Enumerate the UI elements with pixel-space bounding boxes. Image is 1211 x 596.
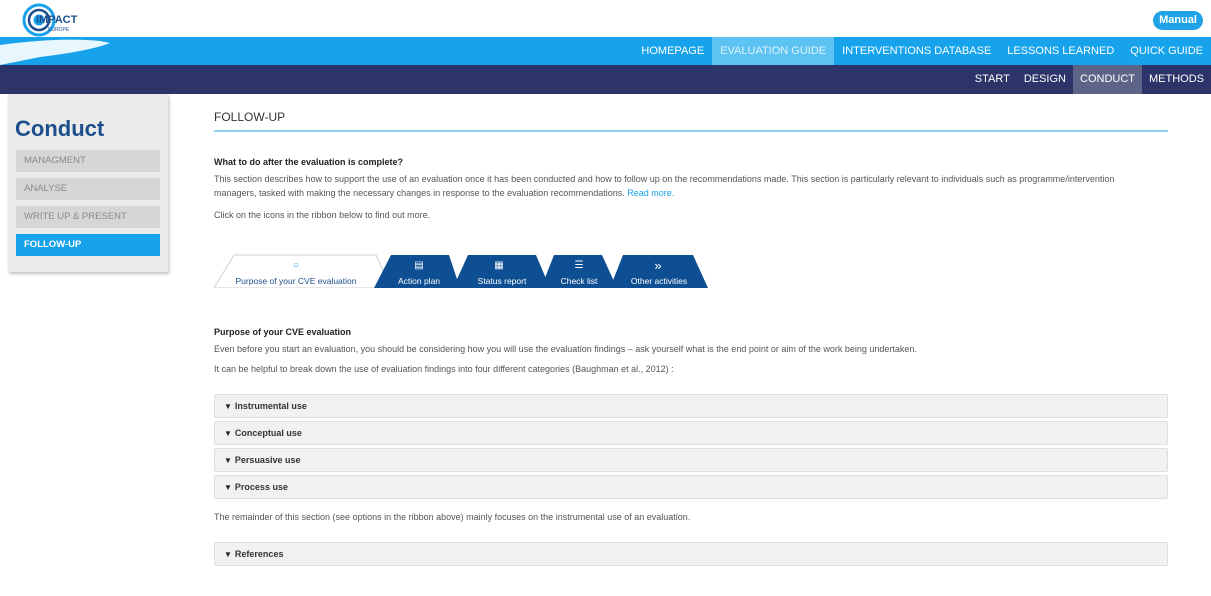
nav-wave-decoration	[0, 39, 110, 65]
nav-quick-guide[interactable]: QUICK GUIDE	[1122, 37, 1211, 65]
purpose-paragraph-1: Even before you start an evaluation, you…	[214, 344, 917, 354]
ribbon-tab-purpose[interactable]: Purpose of your CVE evaluation	[234, 276, 358, 286]
sidebar-item-analyse[interactable]: ANALYSE	[16, 178, 160, 200]
subnav-conduct[interactable]: CONDUCT	[1073, 65, 1142, 94]
page-title: FOLLOW-UP	[214, 110, 286, 124]
logo-subtext: EUROPE	[48, 27, 70, 33]
sidebar-item-managment[interactable]: MANAGMENT	[16, 150, 160, 172]
nav-evaluation-guide[interactable]: EVALUATION GUIDE	[712, 37, 835, 65]
intro-line-2: managers, tasked with making the necessa…	[214, 188, 625, 198]
logo-text: IMPACT	[36, 14, 78, 26]
accordion-process-use[interactable]: ▼ Process use	[214, 475, 1168, 499]
purpose-paragraph-2: It can be helpful to break down the use …	[214, 364, 674, 374]
sidebar: Conduct MANAGMENT ANALYSE WRITE UP & PRE…	[8, 94, 168, 272]
nav-homepage[interactable]: HOMEPAGE	[633, 37, 712, 65]
sidebar-item-write-up[interactable]: WRITE UP & PRESENT	[16, 206, 160, 228]
remainder-paragraph: The remainder of this section (see optio…	[214, 512, 691, 522]
question-heading: What to do after the evaluation is compl…	[214, 157, 404, 167]
purpose-heading: Purpose of your CVE evaluation	[214, 327, 352, 337]
sub-nav: START DESIGN CONDUCT METHODS	[0, 65, 1211, 94]
main-nav: HOMEPAGE EVALUATION GUIDE INTERVENTIONS …	[0, 37, 1211, 65]
ribbon-tab-status-report[interactable]: Status report	[467, 276, 537, 286]
accordion-label: References	[234, 549, 284, 559]
double-chevron-icon[interactable]: »	[648, 258, 668, 273]
ribbon-tab-action-plan[interactable]: Action plan	[389, 276, 449, 286]
accordion-label: Process use	[234, 482, 288, 492]
subnav-methods[interactable]: METHODS	[1142, 65, 1211, 94]
subnav-start[interactable]: START	[968, 65, 1017, 94]
accordion-instrumental-use[interactable]: ▼ Instrumental use	[214, 394, 1168, 418]
sidebar-title: Conduct	[15, 116, 105, 141]
nav-lessons-learned[interactable]: LESSONS LEARNED	[999, 37, 1122, 65]
manual-button[interactable]: Manual	[1153, 11, 1203, 30]
sidebar-item-follow-up[interactable]: FOLLOW-UP	[16, 234, 160, 256]
subnav-design[interactable]: DESIGN	[1017, 65, 1073, 94]
title-divider	[214, 130, 1168, 132]
report-icon[interactable]: ▦	[489, 260, 509, 271]
click-hint: Click on the icons in the ribbon below t…	[214, 210, 431, 220]
caret-down-icon: ▼	[224, 550, 232, 559]
read-more-link[interactable]: Read more.	[627, 188, 674, 198]
intro-line-1: This section describes how to support th…	[214, 174, 1115, 184]
accordion-references[interactable]: ▼ References	[214, 542, 1168, 566]
clipboard-icon[interactable]: ▤	[409, 260, 429, 271]
ribbon-tab-check-list[interactable]: Check list	[554, 276, 604, 286]
accordion-persuasive-use[interactable]: ▼ Persuasive use	[214, 448, 1168, 472]
accordion-label: Instrumental use	[234, 401, 307, 411]
accordion-label: Persuasive use	[234, 455, 301, 465]
nav-interventions-database[interactable]: INTERVENTIONS DATABASE	[834, 37, 999, 65]
ribbon: ○ Purpose of your CVE evaluation ▤ Actio…	[214, 254, 714, 288]
accordion-conceptual-use[interactable]: ▼ Conceptual use	[214, 421, 1168, 445]
checklist-icon[interactable]: ☰	[569, 260, 589, 271]
top-bar: IMPACT EUROPE Manual	[0, 0, 1211, 37]
ribbon-tab-other-activities[interactable]: Other activities	[623, 276, 695, 286]
accordion-label: Conceptual use	[234, 428, 302, 438]
intro-paragraph: managers, tasked with making the necessa…	[214, 186, 1168, 200]
caret-down-icon: ▼	[224, 483, 232, 492]
caret-down-icon: ▼	[224, 429, 232, 438]
circle-icon[interactable]: ○	[286, 260, 306, 271]
caret-down-icon: ▼	[224, 456, 232, 465]
caret-down-icon: ▼	[224, 402, 232, 411]
